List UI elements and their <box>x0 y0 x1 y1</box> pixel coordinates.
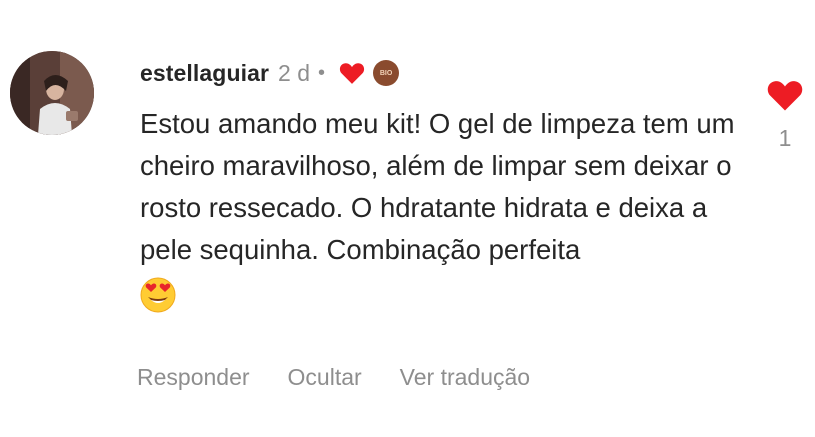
like-heart-icon[interactable] <box>766 78 804 117</box>
timestamp: 2 d <box>278 59 311 86</box>
comment-text: Estou amando meu kit! O gel de limpeza t… <box>140 108 735 265</box>
comment: estellaguiar 2 d • BIO Estou amando meu … <box>140 56 740 318</box>
like-control: 1 <box>766 78 804 152</box>
like-count[interactable]: 1 <box>766 125 804 152</box>
creator-avatar-label: BIO <box>379 69 393 77</box>
separator-dot: • <box>318 61 326 84</box>
creator-liked-heart-icon <box>339 61 365 85</box>
hide-button[interactable]: Ocultar <box>288 364 362 391</box>
reply-button[interactable]: Responder <box>137 364 250 391</box>
translate-button[interactable]: Ver tradução <box>400 364 530 391</box>
smiling-face-with-heart-eyes-icon <box>140 277 740 318</box>
username[interactable]: estellaguiar <box>140 60 269 87</box>
creator-avatar: BIO <box>373 60 400 86</box>
comment-header: estellaguiar 2 d • BIO <box>140 56 740 90</box>
avatar[interactable] <box>10 51 94 135</box>
comment-actions: Responder Ocultar Ver tradução <box>137 364 568 391</box>
